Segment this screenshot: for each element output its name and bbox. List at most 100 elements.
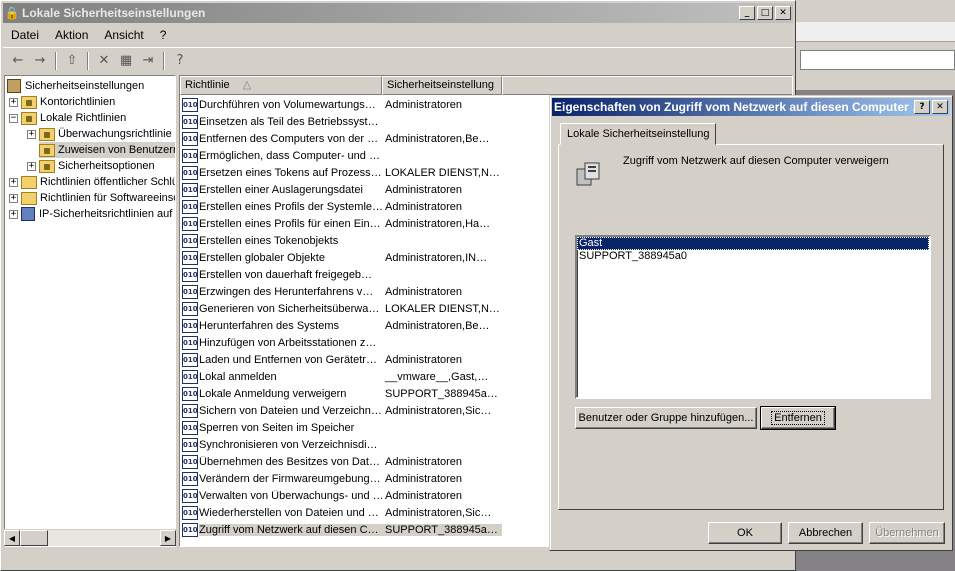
table-row[interactable]: 010 Einsetzen als Teil des Betriebssyst… — [180, 113, 502, 130]
tab-lokale-sicherheitseinstellung[interactable]: Lokale Sicherheitseinstellung — [560, 123, 717, 145]
tree-item-lokale-richtlinien[interactable]: − Lokale Richtlinien — [9, 110, 126, 126]
close-button[interactable]: ✕ — [775, 6, 791, 20]
policy-name-cell: Übernehmen des Besitzes von Dat… — [199, 455, 380, 468]
background-window-field — [800, 50, 955, 70]
table-row[interactable]: 010 Entfernen des Computers von der … Admi… — [180, 130, 502, 147]
properties-icon[interactable]: ▦ — [115, 50, 137, 72]
user-list[interactable]: Gast SUPPORT_388945a0 — [575, 235, 931, 399]
tree-horizontal-scrollbar[interactable]: ◀ ▶ — [4, 529, 176, 546]
menu-aktion[interactable]: Aktion — [47, 28, 96, 42]
table-row[interactable]: 010 Synchronisieren von Verzeichnisdi… — [180, 436, 502, 453]
policy-name-cell: Erstellen eines Profils der Systemle… — [199, 200, 382, 213]
policy-name-cell: Erstellen von dauerhaft freigegeb… — [199, 268, 373, 281]
tree-item-ueberwachungsrichtlinie[interactable]: + Überwachungsrichtlinie — [27, 126, 172, 142]
cancel-button[interactable]: Abbrechen — [788, 522, 863, 544]
policy-name-cell: Wiederherstellen von Dateien und … — [199, 506, 379, 519]
table-row[interactable]: 010 Laden und Entfernen von Gerätetr… Admi… — [180, 351, 502, 368]
table-row[interactable]: 010 Erstellen globaler Objekte Administrat… — [180, 249, 502, 266]
dialog-close-button[interactable]: ✕ — [932, 100, 948, 114]
tree-item-zuweisen-benutzerrechte[interactable]: Zuweisen von Benutzerrechten — [39, 142, 175, 158]
delete-icon[interactable]: ✕ — [93, 50, 115, 72]
user-item-support[interactable]: SUPPORT_388945a0 — [577, 250, 929, 263]
scroll-thumb[interactable] — [20, 530, 48, 546]
export-list-icon[interactable]: ⇥ — [137, 50, 159, 72]
tree-item-sicherheitsoptionen[interactable]: + Sicherheitsoptionen — [27, 158, 155, 174]
security-settings-icon — [7, 79, 21, 93]
table-row[interactable]: 010 Hinzufügen von Arbeitsstationen z… — [180, 334, 502, 351]
table-row[interactable]: 010 Erzwingen des Herunterfahrens v… Admin… — [180, 283, 502, 300]
table-row[interactable]: 010 Sperren von Seiten im Speicher — [180, 419, 502, 436]
expand-icon[interactable]: + — [9, 97, 18, 107]
expand-icon[interactable]: + — [27, 129, 36, 139]
apply-button[interactable]: Übernehmen — [869, 522, 945, 544]
policy-name-cell: Entfernen des Computers von der … — [199, 132, 379, 145]
table-row[interactable]: 010 Wiederherstellen von Dateien und … Adm… — [180, 504, 502, 521]
tree-item-kontorichtlinien[interactable]: + Kontorichtlinien — [9, 94, 115, 110]
policy-name-cell: Zugriff vom Netzwerk auf diesen C… — [199, 523, 382, 536]
scroll-right-icon[interactable]: ▶ — [160, 530, 176, 546]
properties-dialog: Eigenschaften von Zugriff vom Netzwerk a… — [549, 95, 953, 551]
table-row[interactable]: 010 Durchführen von Volumewartungs… Admini… — [180, 96, 502, 113]
add-user-button[interactable]: Benutzer oder Gruppe hinzufügen... — [575, 407, 757, 429]
remove-button[interactable]: Entfernen — [760, 406, 836, 430]
main-title: Lokale Sicherheitseinstellungen — [22, 6, 206, 20]
expand-icon[interactable]: + — [9, 177, 18, 187]
table-row[interactable]: 010 Generieren von Sicherheitsüberwa… LOKA… — [180, 300, 502, 317]
column-header-richtlinie[interactable]: Richtlinie △ — [180, 76, 382, 95]
policy-row-icon: 010 — [182, 284, 198, 299]
folder-icon — [21, 191, 37, 205]
tree-item-public-key[interactable]: + Richtlinien öffentlicher Schlüssel — [9, 174, 175, 190]
table-row[interactable]: 010 Übernehmen des Besitzes von Dat… Admin… — [180, 453, 502, 470]
remove-button-label: Entfernen — [771, 411, 825, 425]
table-row[interactable]: 010 Erstellen einer Auslagerungsdatei Admi… — [180, 181, 502, 198]
folder-icon — [21, 95, 37, 109]
policy-row-icon: 010 — [182, 522, 198, 537]
maximize-button[interactable]: □ — [757, 6, 773, 20]
up-folder-icon[interactable]: ⇧ — [61, 50, 83, 72]
table-row[interactable]: 010 Erstellen von dauerhaft freigegeb… — [180, 266, 502, 283]
menu-help[interactable]: ? — [152, 28, 175, 42]
table-row[interactable]: 010 Lokal anmelden __vmware__,Gast,… — [180, 368, 502, 385]
column-header-sicherheitseinstellung[interactable]: Sicherheitseinstellung — [382, 76, 502, 95]
dialog-help-button[interactable]: ? — [914, 100, 930, 114]
main-titlebar: 🔒 Lokale Sicherheitseinstellungen _ □ ✕ — [3, 3, 793, 23]
security-app-icon: 🔒 — [4, 6, 20, 20]
table-row[interactable]: 010 Erstellen eines Tokenobjekts — [180, 232, 502, 249]
policy-row-icon: 010 — [182, 131, 198, 146]
menu-datei[interactable]: Datei — [3, 28, 47, 42]
ok-button[interactable]: OK — [708, 522, 782, 544]
user-item-gast[interactable]: Gast — [577, 237, 929, 250]
expand-icon[interactable]: + — [9, 209, 18, 219]
table-row[interactable]: 010 Ermöglichen, dass Computer- und … — [180, 147, 502, 164]
tree-item-label: Kontorichtlinien — [40, 96, 116, 108]
collapse-icon[interactable]: − — [9, 113, 18, 123]
tree-item-ip-security[interactable]: + IP-Sicherheitsrichtlinien auf Lokaler … — [9, 206, 175, 222]
table-row[interactable]: 010 Erstellen eines Profils für einen Ein… — [180, 215, 502, 232]
tree-item-root[interactable]: Sicherheitseinstellungen — [7, 78, 144, 94]
minimize-button[interactable]: _ — [739, 6, 755, 20]
folder-open-icon — [21, 111, 37, 125]
tree-item-software-restriction[interactable]: + Richtlinien für Softwareeinschränkung — [9, 190, 175, 206]
expand-icon[interactable]: + — [9, 193, 18, 203]
table-row[interactable]: 010 Sichern von Dateien und Verzeichn… Adm… — [180, 402, 502, 419]
table-row[interactable]: 010 Ersetzen eines Tokens auf Prozess… LOK… — [180, 164, 502, 181]
policy-row-icon: 010 — [182, 369, 198, 384]
policy-row-icon: 010 — [182, 97, 198, 112]
scroll-left-icon[interactable]: ◀ — [4, 530, 20, 546]
background-window — [796, 0, 955, 90]
policy-row-icon: 010 — [182, 318, 198, 333]
tree-item-label: Richtlinien für Softwareeinschränkung — [40, 192, 175, 204]
table-row[interactable]: 010 Herunterfahren des Systems Administrat… — [180, 317, 502, 334]
table-row[interactable]: 010 Verwalten von Überwachungs- und … Admi… — [180, 487, 502, 504]
help-icon[interactable]: ? — [169, 50, 191, 72]
menu-ansicht[interactable]: Ansicht — [96, 28, 151, 42]
table-row[interactable]: 010 Erstellen eines Profils der Systemle…… — [180, 198, 502, 215]
back-icon[interactable]: ← — [7, 50, 29, 72]
table-row[interactable]: 010 Zugriff vom Netzwerk auf diesen C… SUP… — [180, 521, 502, 538]
policy-name-cell: Herunterfahren des Systems — [199, 319, 340, 332]
forward-icon[interactable]: → — [29, 50, 51, 72]
expand-icon[interactable]: + — [27, 161, 36, 171]
table-row[interactable]: 010 Lokale Anmeldung verweigern SUPPORT_38… — [180, 385, 502, 402]
tree-item-label: Lokale Richtlinien — [40, 112, 127, 124]
table-row[interactable]: 010 Verändern der Firmwareumgebung… Admini… — [180, 470, 502, 487]
